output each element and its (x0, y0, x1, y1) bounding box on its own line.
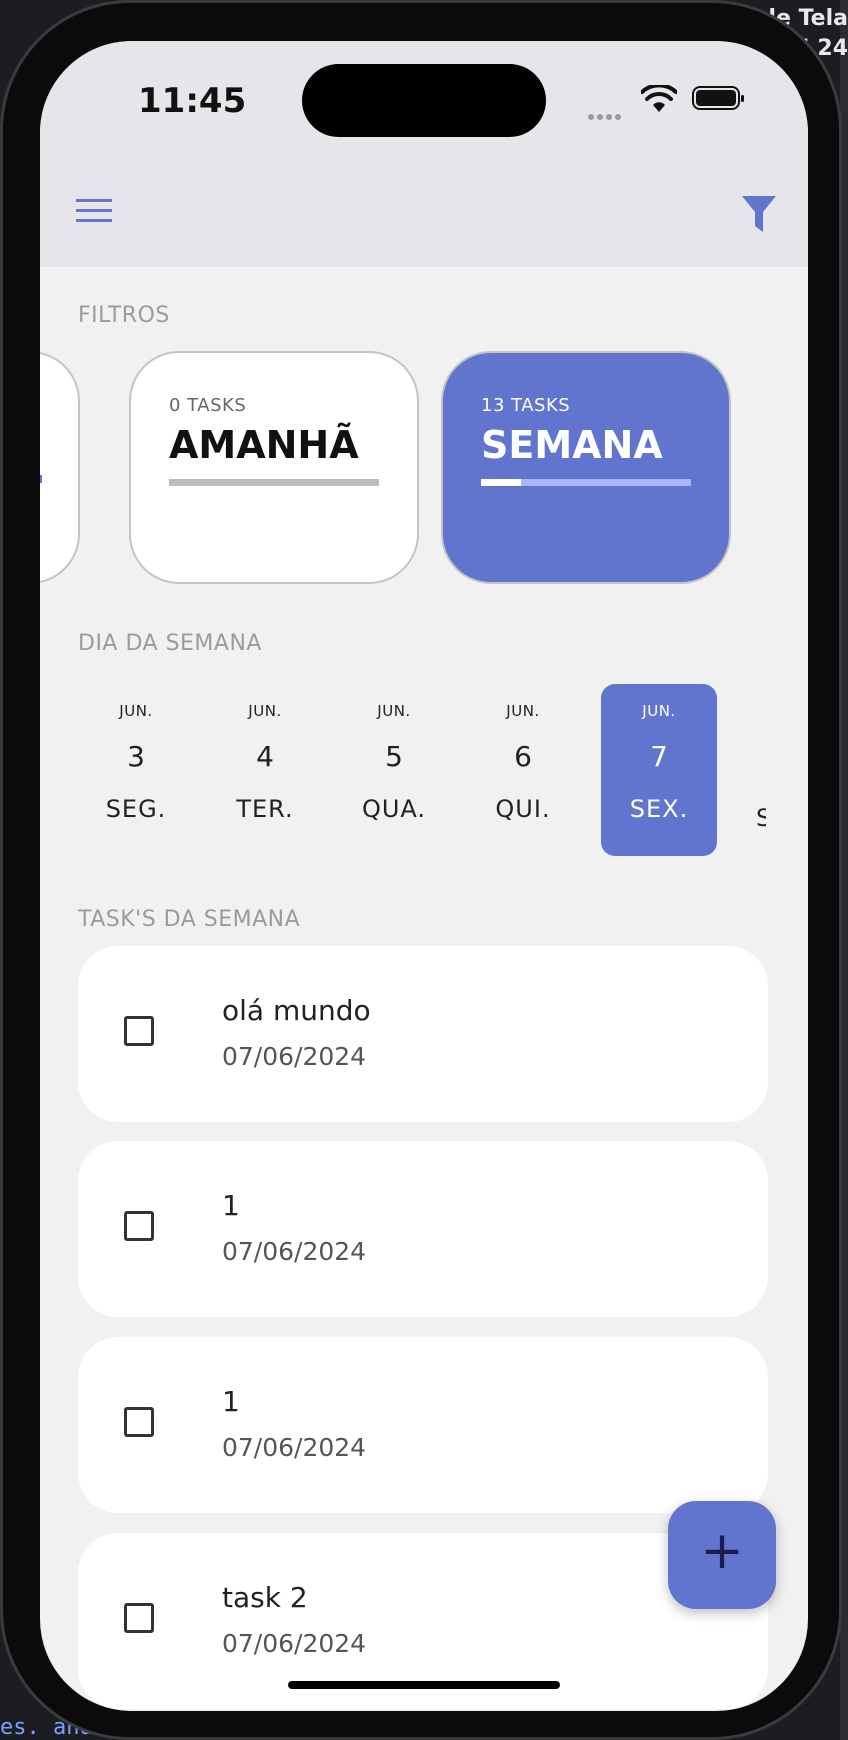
task-date: 07/06/2024 (222, 1629, 367, 1658)
day-number: 6 (514, 740, 532, 773)
day-number: 5 (385, 740, 403, 773)
tasks-label: TASK'S DA SEMANA (78, 907, 301, 932)
day-number: 4 (256, 740, 274, 773)
day-month: JUN. (506, 702, 540, 720)
day-weekday: QUA. (361, 795, 427, 823)
filter-card-partial[interactable] (40, 351, 80, 584)
phone-frame: 11:45 FILTROS 0 TASKS AMANHÃ 13 TASKS SE… (0, 0, 842, 1740)
day-selector-item-partial[interactable]: S (756, 684, 766, 856)
task-date: 07/06/2024 (222, 1042, 367, 1071)
task-checkbox[interactable] (124, 1603, 154, 1633)
signal-icon (588, 105, 624, 124)
filter-card-semana[interactable]: 13 TASKS SEMANA (441, 351, 731, 584)
filter-card-progress-bar (481, 479, 691, 486)
weekday-label: DIA DA SEMANA (78, 631, 262, 656)
hamburger-icon[interactable] (76, 199, 112, 225)
add-task-button[interactable]: + (668, 1501, 776, 1609)
day-weekday: SEX. (629, 795, 689, 823)
filter-icon[interactable] (742, 196, 776, 232)
wifi-icon (641, 85, 677, 112)
day-month: JUN. (642, 702, 676, 720)
task-date: 07/06/2024 (222, 1433, 367, 1462)
task-checkbox[interactable] (124, 1016, 154, 1046)
day-month: JUN. (248, 702, 282, 720)
filter-card-progress-bar (169, 479, 379, 486)
task-card[interactable]: olá mundo 07/06/2024 (78, 946, 768, 1122)
status-time: 11:45 (138, 81, 247, 121)
filter-card-count: 0 TASKS (169, 395, 247, 416)
app-screen: 11:45 FILTROS 0 TASKS AMANHÃ 13 TASKS SE… (40, 41, 808, 1711)
day-weekday: QUI. (495, 795, 551, 823)
dynamic-island (302, 64, 546, 137)
day-weekday: S (756, 804, 766, 832)
day-selector-item[interactable]: JUN. 6 QUI. (465, 684, 581, 856)
battery-icon (692, 86, 744, 110)
day-selector-item-selected[interactable]: JUN. 7 SEX. (601, 684, 717, 856)
day-month: JUN. (119, 702, 153, 720)
task-title: 1 (222, 1385, 240, 1418)
day-weekday: TER. (236, 795, 294, 823)
filter-card-name: AMANHÃ (169, 423, 359, 467)
filter-card-count: 13 TASKS (481, 395, 571, 416)
day-number: 3 (127, 740, 145, 773)
task-title: 1 (222, 1189, 240, 1222)
filter-card-amanha[interactable]: 0 TASKS AMANHÃ (129, 351, 419, 584)
task-card[interactable]: 1 07/06/2024 (78, 1141, 768, 1317)
top-bar: 11:45 (40, 41, 808, 267)
day-selector-item[interactable]: JUN. 5 QUA. (336, 684, 452, 856)
task-title: task 2 (222, 1581, 308, 1614)
task-date: 07/06/2024 (222, 1237, 367, 1266)
task-title: olá mundo (222, 994, 371, 1027)
filters-label: FILTROS (78, 303, 170, 328)
day-selector-item[interactable]: JUN. 4 TER. (207, 684, 323, 856)
task-checkbox[interactable] (124, 1407, 154, 1437)
filter-card-name: SEMANA (481, 423, 663, 467)
task-card[interactable]: 1 07/06/2024 (78, 1337, 768, 1513)
day-month: JUN. (377, 702, 411, 720)
day-number: 7 (650, 740, 668, 773)
day-weekday: SEG. (105, 795, 167, 823)
task-checkbox[interactable] (124, 1211, 154, 1241)
day-selector-item[interactable]: JUN. 3 SEG. (78, 684, 194, 856)
plus-icon: + (700, 1521, 744, 1581)
home-indicator[interactable] (288, 1681, 560, 1689)
